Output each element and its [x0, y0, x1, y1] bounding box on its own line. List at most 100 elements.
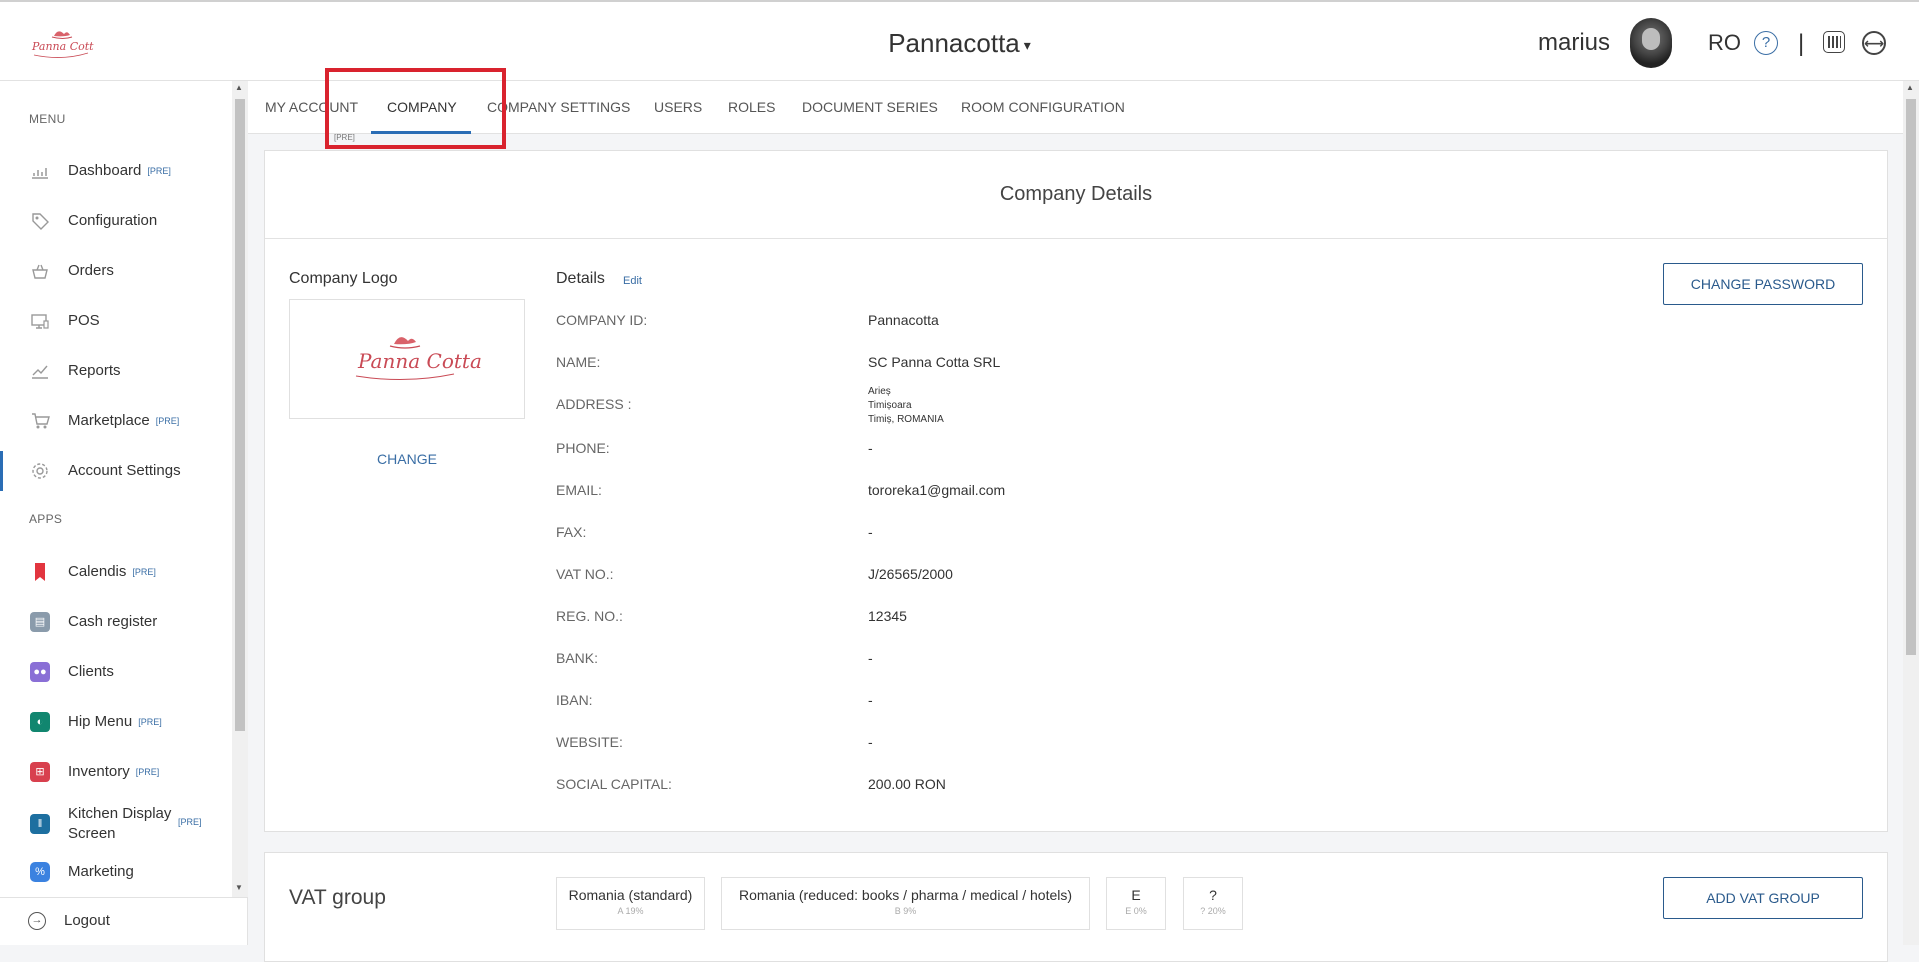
sidebar-item-orders[interactable]: Orders [0, 251, 232, 291]
cutlery-icon: ǁ [30, 814, 50, 834]
sidebar-item-label: Inventory [68, 763, 130, 780]
vat-group-chip[interactable]: Romania (reduced: books / pharma / medic… [721, 877, 1090, 930]
sidebar-item-cash-register[interactable]: ▤ Cash register [0, 602, 232, 642]
card-header: Company Details [265, 151, 1887, 239]
sidebar-item-label: Kitchen Display [68, 805, 172, 822]
sidebar-item-clients[interactable]: ●● Clients [0, 652, 232, 692]
sidebar-item-label: Marketing [68, 863, 134, 880]
field-label: ADDRESS : [556, 396, 632, 412]
pre-badge: [PRE] [135, 767, 160, 778]
vat-group-title: VAT group [289, 886, 386, 909]
tab-users[interactable]: USERS [654, 99, 702, 115]
logout-button[interactable]: → Logout [0, 897, 248, 945]
divider: | [1798, 30, 1805, 57]
language-selector[interactable]: RO [1708, 30, 1741, 56]
marketing-icon: % [30, 862, 50, 882]
sidebar-item-account-settings[interactable]: Account Settings [0, 451, 235, 491]
bookmark-icon [35, 563, 45, 581]
menu-section-title: MENU [29, 112, 66, 126]
edit-details-link[interactable]: Edit [623, 275, 642, 287]
sidebar-item-label: Clients [68, 663, 114, 680]
field-label: PHONE: [556, 440, 610, 456]
sidebar-item-marketplace[interactable]: Marketplace [PRE] [0, 401, 232, 441]
sidebar-item-label: Reports [68, 362, 121, 379]
sidebar-item-configuration[interactable]: Configuration [0, 201, 232, 241]
compass-icon: ◐ [30, 712, 50, 732]
swap-icon[interactable]: ⟷ [1862, 31, 1886, 55]
address-line: Timișoara [868, 400, 912, 411]
sidebar-item-dashboard[interactable]: Dashboard [PRE] [0, 151, 232, 191]
add-vat-group-button[interactable]: ADD VAT GROUP [1663, 877, 1863, 919]
field-label: WEBSITE: [556, 734, 623, 750]
sidebar-item-label: Cash register [68, 613, 158, 630]
field-value: SC Panna Cotta SRL [868, 354, 1001, 370]
field-value: tororeka1@gmail.com [868, 482, 1006, 498]
vat-group-name: Romania (reduced: books / pharma / medic… [738, 887, 1073, 903]
highlight-annotation [325, 68, 506, 149]
chevron-down-icon: ▾ [1023, 36, 1031, 53]
pre-badge: [PRE] [147, 166, 171, 177]
logout-icon: → [28, 912, 46, 930]
field-value: - [868, 440, 873, 456]
cart-icon [32, 413, 50, 429]
vat-group-chip[interactable]: E E 0% [1106, 877, 1166, 930]
sidebar-item-reports[interactable]: Reports [0, 351, 232, 391]
sidebar-item-label: Account Settings [68, 462, 181, 479]
field-label: IBAN: [556, 692, 593, 708]
company-logo-title: Company Logo [289, 270, 398, 287]
field-value: 200.00 RON [868, 776, 946, 792]
sidebar-scrollbar[interactable]: ▲ ▼ [232, 81, 248, 897]
field-value: - [868, 650, 873, 666]
sidebar-item-kitchen-display-screen[interactable]: ǁ Kitchen Display Screen [PRE] [0, 802, 232, 846]
vat-group-chip[interactable]: Romania (standard) A 19% [556, 877, 705, 930]
barcode-icon[interactable] [1823, 31, 1845, 53]
vat-group-name: E [1131, 887, 1141, 903]
inventory-icon: ⊞ [30, 762, 50, 782]
apps-section-title: APPS [29, 512, 63, 526]
vat-group-chip[interactable]: ? ? 20% [1183, 877, 1243, 930]
change-password-button[interactable]: CHANGE PASSWORD [1663, 263, 1863, 305]
sidebar: MENU Dashboard [PRE] Configuration Orders… [0, 81, 248, 945]
field-label: FAX: [556, 524, 587, 540]
field-value: Pannacotta [868, 312, 939, 328]
pre-badge: [PRE] [138, 717, 162, 728]
address-line: Timiș, ROMANIA [868, 414, 944, 425]
sidebar-item-calendis[interactable]: Calendis [PRE] [0, 552, 232, 592]
sidebar-item-label: POS [68, 312, 100, 329]
cash-register-icon: ▤ [30, 612, 50, 632]
field-label: SOCIAL CAPITAL: [556, 776, 672, 792]
avatar[interactable] [1630, 18, 1672, 68]
sidebar-item-label-line2: Screen [68, 825, 116, 842]
sidebar-item-label: Orders [68, 262, 114, 279]
gear-icon [32, 463, 48, 479]
pre-badge: [PRE] [155, 416, 180, 427]
tag-icon [32, 213, 49, 230]
field-label: EMAIL: [556, 482, 602, 498]
vat-group-name: Romania (standard) [568, 887, 693, 903]
field-value: - [868, 734, 873, 750]
change-logo-link[interactable]: CHANGE [289, 451, 525, 467]
tab-room-configuration[interactable]: ROOM CONFIGURATION [961, 99, 1125, 115]
company-name: Pannacotta [888, 28, 1020, 58]
user-name[interactable]: marius [1538, 29, 1610, 57]
tab-company-settings[interactable]: COMPANY SETTINGS [487, 99, 630, 115]
field-label: NAME: [556, 354, 601, 370]
sidebar-item-label: Calendis [68, 563, 127, 580]
report-chart-icon [32, 365, 48, 379]
field-label: VAT NO.: [556, 566, 614, 582]
main-scrollbar[interactable]: ▲ [1903, 81, 1919, 945]
vat-group-rate: B 9% [894, 906, 917, 916]
tab-document-series[interactable]: DOCUMENT SERIES [802, 99, 938, 115]
chart-icon [32, 168, 48, 179]
sidebar-item-pos[interactable]: POS [0, 301, 232, 341]
company-logo-image: Panna Cotta [289, 299, 525, 419]
sidebar-item-hip-menu[interactable]: ◐ Hip Menu [PRE] [0, 702, 232, 742]
sidebar-item-inventory[interactable]: ⊞ Inventory [PRE] [0, 752, 232, 792]
help-icon[interactable]: ? [1754, 31, 1778, 55]
tab-roles[interactable]: ROLES [728, 99, 775, 115]
sidebar-item-label: Hip Menu [68, 713, 133, 730]
sidebar-item-marketing[interactable]: % Marketing [0, 852, 232, 892]
basket-icon [32, 264, 48, 279]
vat-group-name: ? [1209, 887, 1217, 903]
field-value: J/26565/2000 [868, 566, 953, 582]
